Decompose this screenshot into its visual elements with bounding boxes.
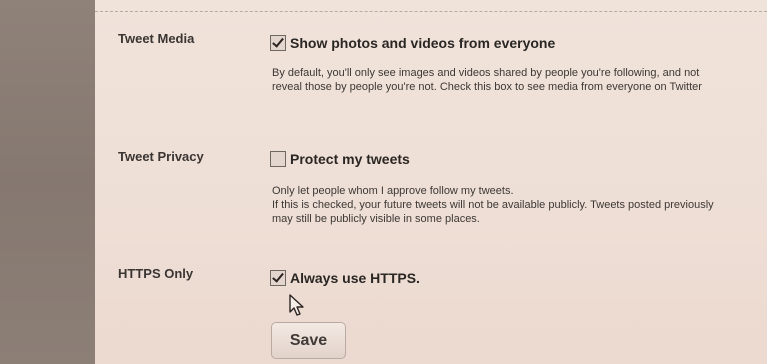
always-https-checkbox[interactable] (270, 270, 286, 286)
left-sidebar (0, 0, 95, 364)
protect-tweets-checkbox[interactable] (270, 151, 286, 167)
tweet-privacy-description-line1: Only let people whom I approve follow my… (272, 185, 514, 197)
tweet-privacy-description: Only let people whom I approve follow my… (272, 184, 722, 226)
section-divider (95, 11, 767, 12)
tweet-media-label: Tweet Media (118, 31, 195, 46)
mouse-pointer-icon (289, 294, 304, 316)
save-button[interactable]: Save (271, 322, 346, 359)
show-media-option-label: Show photos and videos from everyone (290, 35, 556, 51)
tweet-privacy-description-line2: If this is checked, your future tweets w… (272, 199, 714, 225)
show-media-checkbox-row[interactable]: Show photos and videos from everyone (270, 35, 555, 51)
protect-tweets-checkbox-row[interactable]: Protect my tweets (270, 151, 410, 167)
show-media-checkbox[interactable] (270, 35, 286, 51)
always-https-option-label: Always use HTTPS. (290, 270, 420, 286)
tweet-media-description: By default, you'll only see images and v… (272, 67, 702, 93)
settings-panel (95, 0, 767, 364)
always-https-checkbox-row[interactable]: Always use HTTPS. (270, 270, 420, 286)
https-only-label: HTTPS Only (118, 266, 194, 281)
tweet-privacy-label: Tweet Privacy (118, 149, 204, 164)
protect-tweets-option-label: Protect my tweets (290, 151, 410, 167)
